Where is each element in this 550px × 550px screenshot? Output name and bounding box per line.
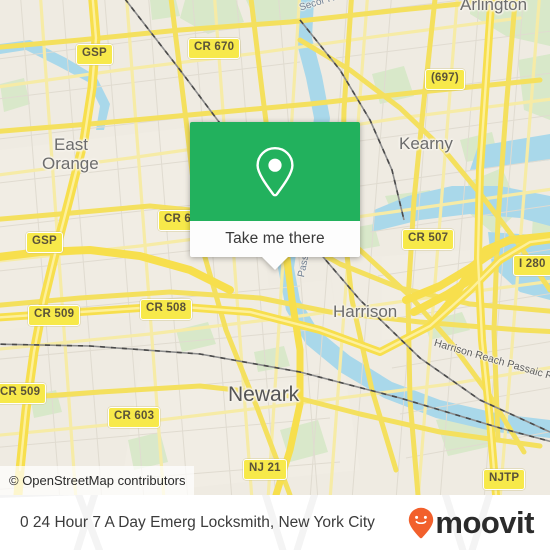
osm-attribution[interactable]: © OpenStreetMap contributors — [0, 466, 194, 495]
road-shield-697[interactable]: (697) — [425, 69, 465, 90]
place-label-east-orange-line2: Orange — [42, 154, 99, 173]
road-shield-i-280[interactable]: I 280 — [513, 255, 550, 276]
place-label-newark: Newark — [228, 383, 300, 406]
location-popup-card[interactable]: Take me there — [190, 122, 360, 270]
moovit-brand[interactable]: moovit — [408, 507, 534, 539]
road-shield-cr-509-upper[interactable]: CR 509 — [28, 305, 81, 326]
osm-attribution-label: © OpenStreetMap contributors — [9, 473, 186, 488]
road-shield-cr-603[interactable]: CR 603 — [108, 407, 161, 428]
road-shield-nj-21[interactable]: NJ 21 — [243, 459, 287, 480]
road-shield-gsp-north[interactable]: GSP — [76, 44, 113, 65]
place-label-east-orange-line1: East — [54, 135, 89, 154]
place-label-arlington: Arlington — [460, 0, 528, 14]
place-label-harrison: Harrison — [333, 302, 398, 321]
road-shield-cr-509-lower[interactable]: CR 509 — [0, 383, 47, 404]
moovit-pin-smiley-icon — [409, 507, 434, 538]
moovit-wordmark: moovit — [435, 505, 534, 540]
footer-bar: 0 24 Hour 7 A Day Emerg Locksmith, New Y… — [0, 495, 550, 550]
take-me-there-button[interactable]: Take me there — [190, 221, 360, 257]
road-shield-cr-507[interactable]: CR 507 — [402, 229, 455, 250]
page-title: 0 24 Hour 7 A Day Emerg Locksmith, New Y… — [20, 513, 375, 531]
popup-image-area — [190, 122, 360, 221]
map-viewport[interactable]: Secor River Passaic River Harrison Reach… — [0, 0, 550, 495]
road-shield-gsp-west[interactable]: GSP — [26, 232, 63, 253]
popup-tail — [262, 257, 288, 270]
road-shield-cr-508[interactable]: CR 508 — [140, 299, 193, 320]
take-me-there-label: Take me there — [225, 230, 325, 247]
road-shield-cr-670[interactable]: CR 670 — [188, 38, 241, 59]
place-label-kearny: Kearny — [399, 134, 453, 153]
map-pin-icon — [256, 146, 294, 196]
road-shield-njtp[interactable]: NJTP — [483, 469, 526, 490]
moovit-map-screenshot: Secor River Passaic River Harrison Reach… — [0, 0, 550, 550]
